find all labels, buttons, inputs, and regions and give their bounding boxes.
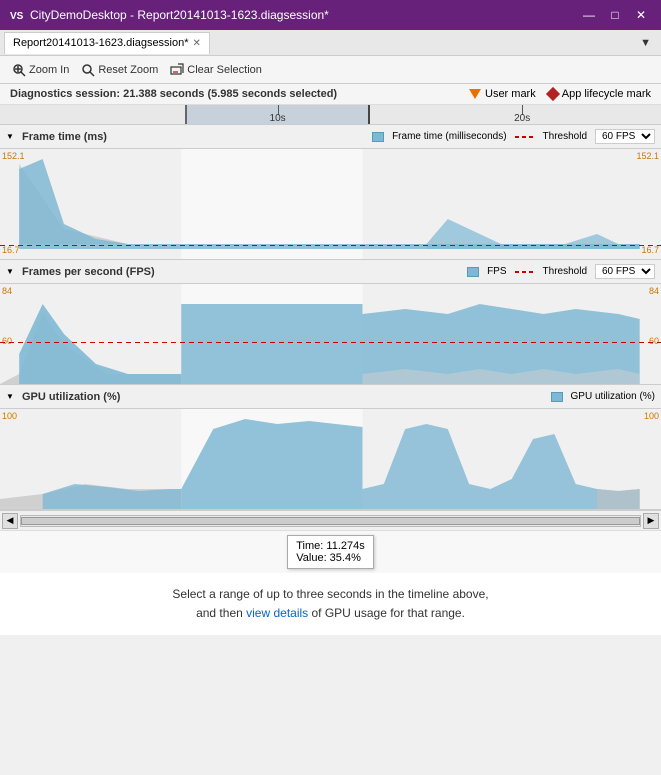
frame-time-title: Frame time (ms) [22,131,107,143]
zoom-in-icon [12,63,26,77]
fps-threshold-icon [515,271,535,273]
vs-icon: VS [8,7,24,23]
user-mark-label: User mark [485,88,536,100]
tab-bar: Report20141013-1623.diagsession* ✕ ▼ [0,30,661,56]
frame-time-top-right: 152.1 [636,151,659,161]
frame-time-bottom-right: 16.7 [641,245,659,255]
frame-time-bottom-left: 16.7 [2,245,20,255]
fps-title: Frames per second (FPS) [22,266,155,278]
chart-tooltip: Time: 11.274s Value: 35.4% [287,535,373,569]
frame-time-section: ▼ Frame time (ms) Frame time (millisecon… [0,125,661,260]
fps-chart-body[interactable]: 84 60 84 60 [0,284,661,384]
frame-time-legend: Frame time (milliseconds) Threshold 60 F… [372,129,655,144]
app-lifecycle-icon [546,87,560,101]
frame-time-threshold-line [0,245,661,246]
view-details-link[interactable]: view details [246,606,308,620]
fps-collapse[interactable]: ▼ [6,268,14,276]
gpu-section: ▼ GPU utilization (%) GPU utilization (%… [0,385,661,510]
timeline-ruler[interactable]: 10s 20s [0,105,661,125]
ruler-inner: 10s 20s [0,105,661,124]
fps-bottom-left: 60 [2,336,12,346]
gpu-collapse[interactable]: ▼ [6,393,14,401]
fps-header: ▼ Frames per second (FPS) FPS Threshold … [0,260,661,284]
frame-time-svg [0,149,661,259]
zoom-in-button[interactable]: Zoom In [8,61,73,79]
reset-zoom-button[interactable]: Reset Zoom [77,61,162,79]
tooltip-container: Time: 11.274s Value: 35.4% [0,530,661,573]
gpu-top-left: 100 [2,411,17,421]
clear-selection-label: Clear Selection [187,64,262,76]
fps-section: ▼ Frames per second (FPS) FPS Threshold … [0,260,661,385]
scroll-right-button[interactable]: ▶ [643,513,659,529]
fps-legend-icon [467,267,479,277]
session-info: Diagnostics session: 21.388 seconds (5.9… [10,88,337,100]
bottom-line3-text: of GPU usage for that range. [312,606,465,620]
tooltip-time: Time: 11.274s [296,540,364,552]
ruler-label-10s: 10s [270,113,286,124]
gpu-legend-icon [551,392,563,402]
close-button[interactable]: ✕ [629,3,653,27]
frame-time-collapse[interactable]: ▼ [6,133,14,141]
title-bar: VS CityDemoDesktop - Report20141013-1623… [0,0,661,30]
zoom-in-label: Zoom In [29,64,69,76]
bottom-section: Select a range of up to three seconds in… [0,573,661,635]
minimize-button[interactable]: — [577,3,601,27]
fps-legend: FPS Threshold 60 FPS 30 FPS [467,264,655,279]
fps-threshold-label: Threshold [543,266,587,277]
fps-threshold-line [0,342,661,343]
threshold-label: Threshold [543,131,587,142]
threshold-legend-icon [515,136,535,138]
fps-top-right: 84 [649,286,659,296]
window-title: CityDemoDesktop - Report20141013-1623.di… [30,8,329,22]
tab-dropdown-icon[interactable]: ▼ [634,35,657,51]
app-lifecycle-label: App lifecycle mark [562,88,651,100]
tab-diagsession[interactable]: Report20141013-1623.diagsession* ✕ [4,32,210,54]
scroll-thumb[interactable] [21,517,640,525]
reset-zoom-label: Reset Zoom [98,64,158,76]
tab-label: Report20141013-1623.diagsession* [13,37,189,49]
frame-time-legend-icon [372,132,384,142]
frame-time-chart-body[interactable]: 152.1 16.7 152.1 16.7 [0,149,661,259]
user-mark-legend: User mark [469,88,536,100]
user-mark-icon [469,89,481,99]
fps-legend-label: FPS [487,266,506,277]
horizontal-scrollbar: ◀ ▶ [0,510,661,530]
maximize-button[interactable]: □ [603,3,627,27]
fps-svg [0,284,661,384]
bottom-line1: Select a range of up to three seconds in… [20,585,641,604]
frame-time-legend-label: Frame time (milliseconds) [392,131,506,142]
info-bar: Diagnostics session: 21.388 seconds (5.9… [0,84,661,105]
tooltip-value: Value: 35.4% [296,552,364,564]
gpu-chart-body[interactable]: 100 100 [0,409,661,509]
frame-time-top-left: 152.1 [2,151,25,161]
gpu-svg [0,409,661,509]
fps-select-frametime[interactable]: 60 FPS 30 FPS [595,129,655,144]
window-controls: — □ ✕ [577,3,653,27]
scroll-track[interactable] [20,515,641,527]
ruler-label-20s: 20s [514,113,530,124]
legend: User mark App lifecycle mark [469,88,651,100]
frame-time-header: ▼ Frame time (ms) Frame time (millisecon… [0,125,661,149]
tab-close-icon[interactable]: ✕ [193,38,201,49]
clear-selection-button[interactable]: Clear Selection [166,61,266,79]
clear-selection-icon [170,63,184,77]
bottom-line2: and then view details of GPU usage for t… [20,604,641,623]
toolbar: Zoom In Reset Zoom Clear Selection [0,56,661,84]
scroll-left-button[interactable]: ◀ [2,513,18,529]
fps-bottom-right: 60 [649,336,659,346]
bottom-line2-text: and then [196,606,246,620]
gpu-top-right: 100 [644,411,659,421]
gpu-title: GPU utilization (%) [22,391,120,403]
fps-top-left: 84 [2,286,12,296]
title-bar-left: VS CityDemoDesktop - Report20141013-1623… [8,7,329,23]
gpu-legend: GPU utilization (%) [551,391,655,402]
fps-select-fps[interactable]: 60 FPS 30 FPS [595,264,655,279]
reset-zoom-icon [81,63,95,77]
gpu-header: ▼ GPU utilization (%) GPU utilization (%… [0,385,661,409]
svg-text:VS: VS [10,11,24,22]
app-lifecycle-legend: App lifecycle mark [548,88,651,100]
gpu-legend-label: GPU utilization (%) [571,391,655,402]
